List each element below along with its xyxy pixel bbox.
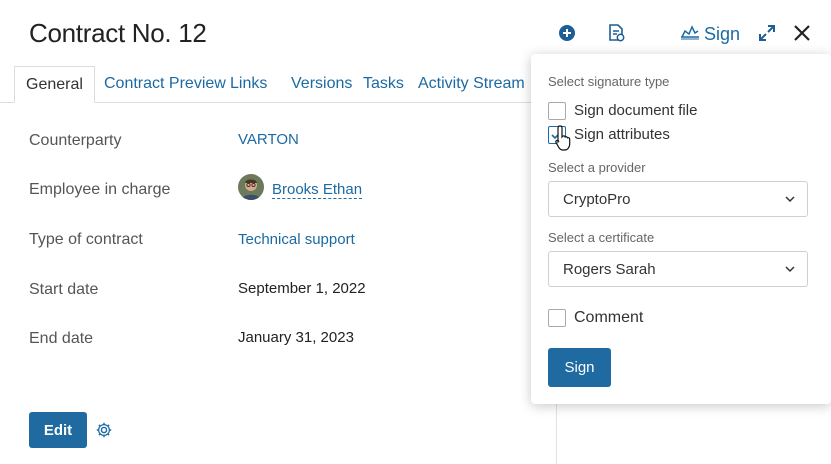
document-settings-icon[interactable] — [605, 22, 627, 44]
tab-links[interactable]: Links — [230, 66, 267, 103]
tab-versions[interactable]: Versions — [291, 66, 352, 103]
sign-submit-button[interactable]: Sign — [548, 348, 611, 387]
gear-icon[interactable] — [95, 421, 113, 439]
certificate-select[interactable]: Rogers Sarah — [548, 251, 808, 287]
expand-icon[interactable] — [756, 22, 778, 44]
sign-label: Sign — [704, 23, 741, 44]
employee-label: Employee in charge — [29, 181, 171, 198]
certificate-label: Select a certificate — [548, 230, 655, 245]
tab-activity-stream[interactable]: Activity Stream — [418, 66, 525, 103]
sign-popup: Select signature type Sign document file… — [531, 54, 831, 404]
tab-general[interactable]: General — [14, 66, 95, 103]
tab-tasks[interactable]: Tasks — [363, 66, 404, 103]
end-date-value: January 31, 2023 — [238, 329, 354, 346]
hand-cursor-icon — [554, 124, 576, 154]
certificate-value: Rogers Sarah — [563, 261, 656, 278]
sign-button[interactable]: Sign — [680, 22, 740, 46]
employee-link[interactable]: Brooks Ethan — [272, 181, 363, 199]
chevron-down-icon — [783, 192, 797, 206]
sign-document-checkbox[interactable] — [548, 102, 566, 120]
end-date-label: End date — [29, 330, 94, 347]
page-title: Contract No. 12 — [29, 18, 207, 48]
sign-document-label: Sign document file — [574, 102, 698, 119]
tab-contract-preview[interactable]: Contract Preview — [104, 66, 226, 103]
comment-label: Comment — [574, 309, 644, 326]
provider-value: CryptoPro — [563, 191, 631, 208]
signature-type-label: Select signature type — [548, 74, 670, 89]
signature-icon — [680, 24, 700, 45]
contract-type-link[interactable]: Technical support — [238, 231, 355, 248]
provider-label: Select a provider — [548, 160, 646, 175]
contract-type-label: Type of contract — [29, 231, 143, 248]
comment-checkbox[interactable] — [548, 309, 566, 327]
counterparty-label: Counterparty — [29, 132, 122, 149]
provider-select[interactable]: CryptoPro — [548, 181, 808, 217]
counterparty-link[interactable]: VARTON — [238, 131, 299, 148]
edit-button[interactable]: Edit — [29, 412, 87, 448]
start-date-value: September 1, 2022 — [238, 280, 366, 297]
chevron-down-icon — [783, 262, 797, 276]
tab-bar: General Contract Preview Links Versions … — [0, 66, 556, 103]
sign-attributes-label: Sign attributes — [574, 126, 670, 143]
avatar[interactable] — [238, 174, 264, 200]
start-date-label: Start date — [29, 281, 99, 298]
close-icon[interactable] — [791, 22, 813, 44]
add-circle-icon[interactable] — [556, 22, 578, 44]
